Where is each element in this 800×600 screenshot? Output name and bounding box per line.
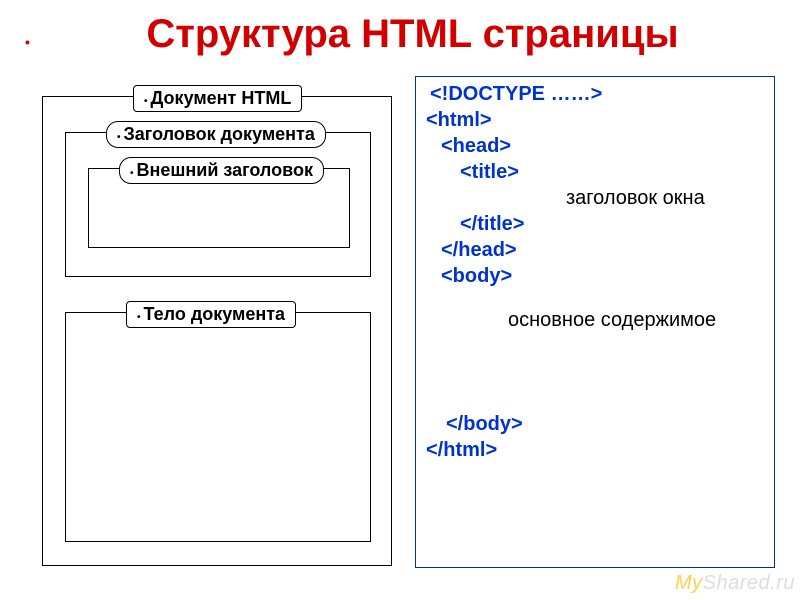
code-title-open: <title> [460,161,519,184]
head-label: Заголовок документа [106,121,326,148]
code-panel: <!DOCTYPE ……> <html> <head> <title> заго… [415,76,775,568]
code-title-close: </title> [460,213,524,236]
code-body-close: </body> [446,413,523,436]
document-html-label: Документ HTML [133,85,302,112]
title-box: Внешний заголовок [88,168,350,248]
code-body-text: основное содержимое [508,309,716,332]
code-head-open: <head> [441,135,511,158]
body-label: Тело документа [126,301,296,328]
head-box: Заголовок документа Внешний заголовок [65,132,371,277]
title-label: Внешний заголовок [119,157,324,184]
code-body-open: <body> [441,265,512,288]
page-title: Структура HTML страницы [45,12,780,57]
document-html-box: Документ HTML Заголовок документа Внешни… [42,96,392,566]
code-html-open: <html> [426,109,492,132]
body-box: Тело документа [65,312,371,542]
watermark: MyShared.ru [675,572,795,595]
code-head-close: </head> [441,239,517,262]
code-title-text: заголовок окна [566,187,705,210]
code-html-close: </html> [426,439,497,462]
code-doctype: <!DOCTYPE ……> [430,83,602,106]
